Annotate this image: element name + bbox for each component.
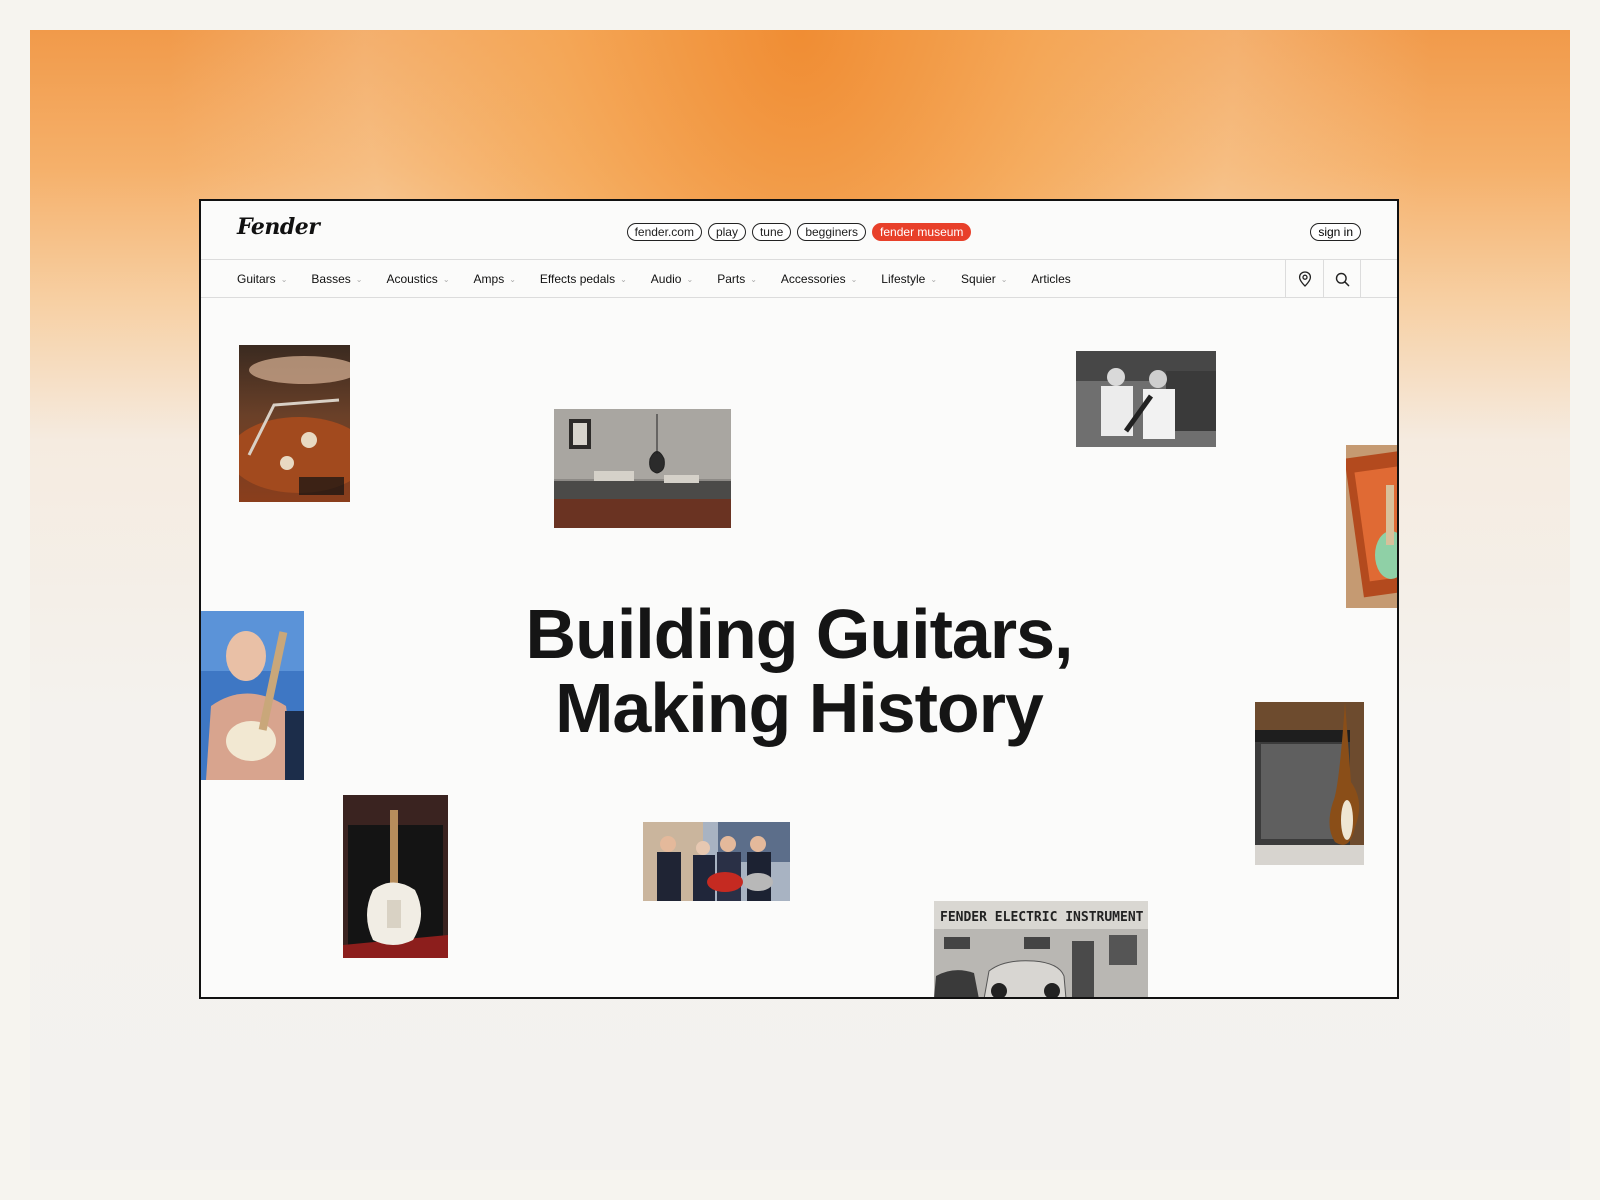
nav-item-audio[interactable]: Audio ⌄ (651, 272, 693, 286)
search-icon (1335, 272, 1349, 286)
store-locator-button[interactable] (1285, 260, 1323, 298)
search-button[interactable] (1323, 260, 1361, 298)
sign-in-button[interactable]: sign in (1310, 223, 1361, 241)
factory-sign-text: FENDER ELECTRIC INSTRUMENT (940, 910, 1144, 925)
chevron-down-icon: ⌄ (930, 274, 938, 284)
photo-white-stratocaster (343, 795, 448, 958)
photo-guitar-closeup (239, 345, 350, 502)
nav-item-label: Squier (961, 272, 996, 286)
nav-item-label: Amps (473, 272, 505, 286)
photo-museum-display (554, 409, 731, 528)
chevron-down-icon: ⌄ (750, 274, 757, 284)
nav-item-acoustics[interactable]: Acoustics ⌄ (386, 272, 449, 286)
nav-item-label: Acoustics (386, 272, 438, 286)
photo-vintage-workshop (1076, 351, 1216, 447)
nav-item-basses[interactable]: Basses ⌄ (311, 272, 362, 286)
nav-item-amps[interactable]: Amps ⌄ (474, 272, 516, 286)
pill-play[interactable]: play (707, 223, 746, 241)
hero-line-2: Making History (555, 669, 1044, 747)
chevron-down-icon: ⌄ (280, 274, 288, 284)
photo-fender-factory: FENDER ELECTRIC INSTRUMENT (934, 901, 1148, 997)
chevron-down-icon: ⌄ (686, 274, 694, 284)
browser-window: Fender fender.com play tune begginers fe… (199, 199, 1399, 999)
pill-fender-com[interactable]: fender.com (626, 223, 702, 241)
nav-item-label: Parts (717, 272, 746, 286)
pill-fender-museum[interactable]: fender museum (872, 223, 972, 241)
nav-item-label: Effects pedals (539, 272, 616, 286)
nav-item-articles[interactable]: Articles (1031, 272, 1070, 286)
nav-item-label: Lifestyle (881, 272, 926, 286)
nav-item-label: Articles (1031, 272, 1071, 286)
photo-band-in-suits (643, 822, 790, 901)
nav-item-parts[interactable]: Parts ⌄ (717, 272, 757, 286)
hero-line-1: Building Guitars, (525, 595, 1074, 673)
top-bar: Fender fender.com play tune begginers fe… (201, 201, 1397, 260)
chevron-down-icon: ⌄ (509, 274, 516, 284)
nav-item-label: Basses (311, 272, 351, 286)
chevron-down-icon: ⌄ (850, 274, 858, 284)
nav-item-label: Accessories (780, 272, 846, 286)
nav-item-squier[interactable]: Squier ⌄ (961, 272, 1007, 286)
location-pin-icon (1298, 271, 1311, 287)
nav-item-label: Guitars (237, 272, 276, 286)
chevron-down-icon: ⌄ (442, 274, 450, 284)
hero-headline: Building Guitars, Making History (201, 597, 1397, 745)
nav-item-label: Audio (650, 272, 682, 286)
pill-beginners[interactable]: begginers (797, 223, 867, 241)
chevron-down-icon: ⌄ (355, 274, 363, 284)
photo-guitar-case (1346, 445, 1397, 608)
pill-tune[interactable]: tune (751, 223, 792, 241)
chevron-down-icon: ⌄ (1000, 274, 1008, 284)
site-switcher: fender.com play tune begginers fender mu… (201, 223, 1397, 241)
nav-item-lifestyle[interactable]: Lifestyle ⌄ (881, 272, 937, 286)
chevron-down-icon: ⌄ (620, 274, 627, 284)
main-nav: Guitars ⌄ Basses ⌄ Acoustics ⌄ Amps ⌄ Effect… (201, 260, 1397, 298)
nav-item-accessories[interactable]: Accessories ⌄ (781, 272, 857, 286)
nav-item-guitars[interactable]: Guitars ⌄ (237, 272, 287, 286)
nav-item-effects-pedals[interactable]: Effects pedals ⌄ (540, 272, 627, 286)
